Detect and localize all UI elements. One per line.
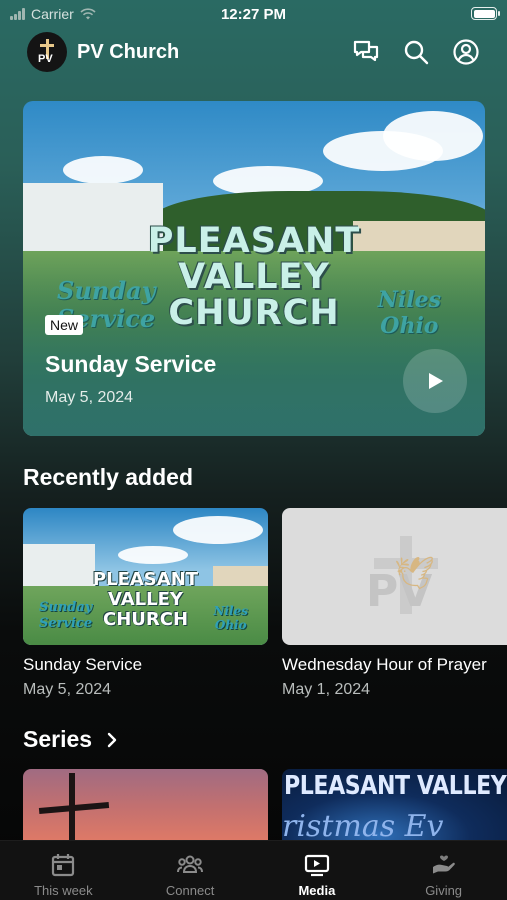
app-title: PV Church <box>77 40 180 63</box>
series-card[interactable]: PLEASANT VALLEY CHU ristmas Ev <box>282 769 507 843</box>
battery-icon <box>471 7 500 20</box>
search-icon[interactable] <box>402 38 430 66</box>
tab-bar: This week Connect Media Giving <box>0 840 507 900</box>
media-title: Sunday Service <box>23 655 143 674</box>
tv-play-icon <box>304 854 329 877</box>
people-icon <box>177 855 204 873</box>
dove-icon: 🕊 <box>394 555 435 591</box>
tab-connect[interactable]: Connect <box>127 841 254 900</box>
hero-date: May 5, 2024 <box>45 389 134 406</box>
series-artwork-subtitle: ristmas Ev <box>282 809 444 843</box>
play-icon <box>429 373 443 389</box>
series-heading[interactable]: Series <box>23 726 120 753</box>
series-artwork-title: PLEASANT VALLEY CHU <box>284 771 507 801</box>
app-header: PV PV Church <box>27 32 480 72</box>
featured-media-card[interactable]: PLEASANT VALLEY CHURCH Sunday Service Ni… <box>23 101 485 436</box>
header-actions <box>352 38 480 66</box>
tab-this-week[interactable]: This week <box>0 841 127 900</box>
calendar-icon <box>52 854 75 877</box>
tab-media[interactable]: Media <box>254 841 381 900</box>
media-card[interactable]: PLEASANT VALLEY CHURCH Sunday Service Ni… <box>23 508 268 699</box>
status-bar: Carrier 12:27 PM <box>0 0 507 28</box>
media-date: May 5, 2024 <box>23 681 112 698</box>
chat-icon[interactable] <box>352 38 380 66</box>
recently-added-heading: Recently added <box>23 464 193 490</box>
hand-giving-icon <box>432 855 455 874</box>
hero-title: Sunday Service <box>45 351 217 377</box>
play-button[interactable] <box>403 349 467 413</box>
logo-text: PV <box>38 53 53 65</box>
profile-icon[interactable] <box>452 38 480 66</box>
media-thumbnail: PLEASANT VALLEY CHURCH Sunday Service Ni… <box>23 508 268 645</box>
new-badge: New <box>45 315 84 335</box>
media-date: May 1, 2024 <box>282 681 371 698</box>
series-card[interactable] <box>23 769 268 843</box>
church-logo[interactable]: PV <box>27 32 67 72</box>
status-time: 12:27 PM <box>220 6 287 23</box>
chevron-right-icon <box>107 732 117 747</box>
media-title: Wednesday Hour of Prayer <box>282 655 487 674</box>
media-card[interactable]: PV 🕊 Wednesday Hour of Prayer May 1, 202… <box>282 508 507 699</box>
tab-giving[interactable]: Giving <box>380 841 507 900</box>
hero-artwork-location: Niles Ohio <box>377 287 441 339</box>
media-thumbnail: PV 🕊 <box>282 508 507 645</box>
